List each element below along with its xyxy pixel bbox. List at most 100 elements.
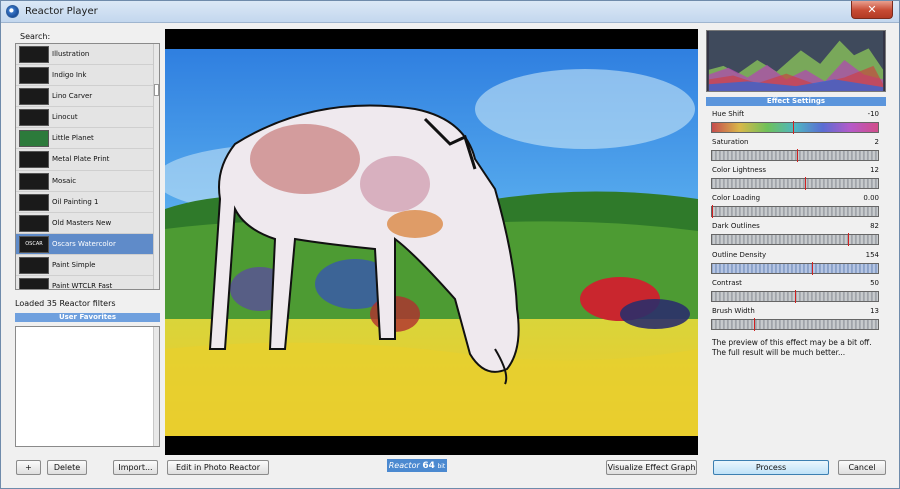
filter-name: Lino Carver <box>52 92 93 101</box>
slider-value: 154 <box>865 251 879 259</box>
filter-list-item[interactable]: Indigo Ink <box>16 65 159 87</box>
paint-wtclr-thumb-icon <box>19 278 49 289</box>
filter-list-item[interactable]: Metal Plate Print <box>16 149 159 171</box>
linocut-thumb-icon <box>19 109 49 127</box>
user-favorites-list[interactable] <box>15 326 160 447</box>
filter-name: Little Planet <box>52 134 94 143</box>
slider-value: 13 <box>870 307 879 315</box>
image-preview <box>165 29 698 455</box>
slider-track[interactable] <box>711 177 879 190</box>
slider-label: Brush Width <box>712 307 755 315</box>
slider-label: Color Loading <box>712 194 761 202</box>
slider-label: Hue Shift <box>712 110 745 118</box>
slider-handle[interactable] <box>793 121 794 134</box>
slider-saturation[interactable]: Saturation 2 <box>711 138 879 164</box>
histogram-chart <box>706 30 886 92</box>
cancel-button[interactable]: Cancel <box>838 460 886 475</box>
slider-contrast[interactable]: Contrast 50 <box>711 279 879 305</box>
filter-list-item[interactable]: Paint Simple <box>16 254 159 277</box>
slider-value: 2 <box>874 138 879 146</box>
slider-track[interactable] <box>711 318 879 331</box>
slider-value: 12 <box>870 166 879 174</box>
slider-label: Contrast <box>712 279 742 287</box>
slider-handle[interactable] <box>797 149 798 162</box>
app-logo-icon <box>6 5 19 18</box>
slider-track[interactable] <box>711 233 879 246</box>
slider-label: Dark Outlines <box>712 222 760 230</box>
effect-settings-header: Effect Settings <box>706 97 886 106</box>
slider-track[interactable] <box>711 149 879 162</box>
slider-value: -10 <box>867 110 879 118</box>
user-favorites-header: User Favorites <box>15 313 160 322</box>
delete-button[interactable]: Delete <box>47 460 87 475</box>
filter-list-item[interactable]: Illustration <box>16 44 159 66</box>
filter-list-item[interactable]: Mosaic <box>16 170 159 192</box>
oil-painting-thumb-icon <box>19 193 49 211</box>
slider-hue-shift[interactable]: Hue Shift -10 <box>711 110 879 136</box>
filter-name: Paint Simple <box>52 260 96 269</box>
slider-track[interactable] <box>711 262 879 275</box>
metal-plate-thumb-icon <box>19 151 49 169</box>
oscars-watercolor-thumb-icon: OSCAR <box>19 235 49 253</box>
window-title: Reactor Player <box>25 6 98 17</box>
slider-outline-density[interactable]: Outline Density 154 <box>711 251 879 277</box>
filter-list-item[interactable]: Little Planet <box>16 128 159 150</box>
filter-name: Indigo Ink <box>52 71 87 80</box>
badge-unit: bit <box>437 463 446 470</box>
mosaic-thumb-icon <box>19 172 49 190</box>
title-bar[interactable]: Reactor Player ✕ <box>1 1 899 23</box>
old-masters-thumb-icon <box>19 214 49 232</box>
filter-list-item[interactable]: OSCAR Oscars Watercolor <box>16 233 159 255</box>
preview-note: The preview of this effect may be a bit … <box>712 338 872 357</box>
filter-name: Oil Painting 1 <box>52 197 99 206</box>
slider-color-lightness[interactable]: Color Lightness 12 <box>711 166 879 192</box>
filter-list-item[interactable]: Oil Painting 1 <box>16 191 159 213</box>
slider-handle[interactable] <box>812 262 813 275</box>
import-button[interactable]: Import... <box>113 460 158 475</box>
filter-list[interactable]: Illustration Indigo Ink Lino Carver Linocut… <box>15 43 160 290</box>
slider-handle[interactable] <box>805 177 806 190</box>
filter-name: Paint WTCLR Fast <box>52 282 113 290</box>
slider-track[interactable] <box>711 205 879 218</box>
illustration-thumb-icon <box>19 46 49 63</box>
slider-track[interactable] <box>711 121 879 134</box>
search-label: Search: <box>20 32 51 41</box>
slider-track[interactable] <box>711 290 879 303</box>
slider-label: Outline Density <box>712 251 767 259</box>
scrollbar-thumb[interactable] <box>154 84 159 96</box>
slider-color-loading[interactable]: Color Loading 0.00 <box>711 194 879 220</box>
filter-list-item[interactable]: Lino Carver <box>16 86 159 108</box>
filter-list-item[interactable]: Linocut <box>16 107 159 129</box>
filter-name: Mosaic <box>52 176 77 185</box>
slider-value: 0.00 <box>863 194 879 202</box>
lino-carver-thumb-icon <box>19 88 49 106</box>
filter-name: Metal Plate Print <box>52 155 110 164</box>
filter-list-item[interactable]: Old Masters New <box>16 212 159 234</box>
filter-name: Illustration <box>52 50 90 58</box>
slider-handle[interactable] <box>712 205 713 218</box>
favorites-scrollbar[interactable] <box>153 327 159 446</box>
preview-image <box>165 49 698 436</box>
process-button[interactable]: Process <box>713 460 829 475</box>
filter-list-scrollbar[interactable] <box>153 44 159 289</box>
close-button[interactable]: ✕ <box>851 1 893 19</box>
filter-list-item[interactable]: Paint WTCLR Fast <box>16 276 159 290</box>
slider-dark-outlines[interactable]: Dark Outlines 82 <box>711 222 879 248</box>
add-favorite-button[interactable]: + <box>16 460 41 475</box>
filter-name: Linocut <box>52 113 78 122</box>
filter-name: Old Masters New <box>52 218 112 227</box>
edit-in-photo-reactor-button[interactable]: Edit in Photo Reactor <box>167 460 269 475</box>
slider-handle[interactable] <box>754 318 755 331</box>
filter-name: Oscars Watercolor <box>52 239 116 248</box>
slider-handle[interactable] <box>795 290 796 303</box>
app-window: Reactor Player ✕ Search: Illustration Ind… <box>0 0 900 489</box>
slider-label: Color Lightness <box>712 166 767 174</box>
visualize-effect-graph-button[interactable]: Visualize Effect Graph <box>606 460 697 475</box>
badge-brand: Reactor <box>388 461 420 470</box>
slider-value: 82 <box>870 222 879 230</box>
little-planet-thumb-icon <box>19 130 49 148</box>
slider-handle[interactable] <box>848 233 849 246</box>
loaded-filters-label: Loaded 35 Reactor filters <box>15 299 116 308</box>
slider-brush-width[interactable]: Brush Width 13 <box>711 307 879 333</box>
slider-label: Saturation <box>712 138 749 146</box>
